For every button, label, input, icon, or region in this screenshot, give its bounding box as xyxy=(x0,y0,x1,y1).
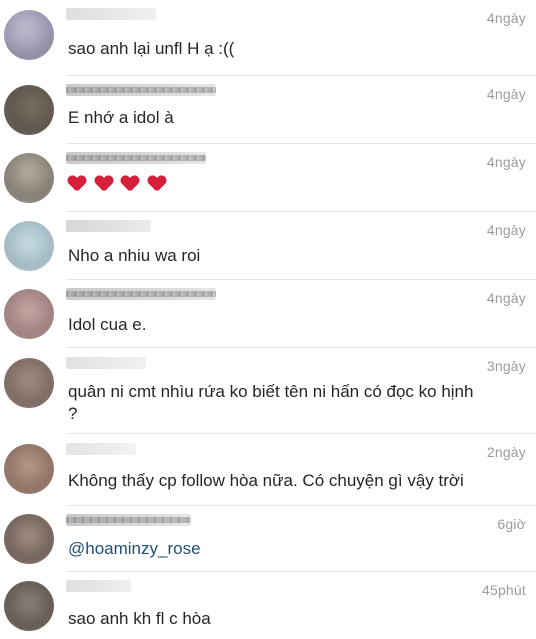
comment-text: Idol cua e. xyxy=(68,315,147,334)
comment-row: 4ngày Nho a nhiu wa roi xyxy=(0,212,536,280)
username-redacted[interactable] xyxy=(66,152,206,164)
avatar[interactable] xyxy=(4,358,54,408)
avatar[interactable] xyxy=(4,514,54,564)
mention-link[interactable]: @hoaminzy_rose xyxy=(68,538,201,560)
heart-icon xyxy=(121,176,139,192)
username-redacted[interactable] xyxy=(66,357,146,369)
username-redacted[interactable] xyxy=(66,288,216,300)
comment-text: quân ni cmt nhìu rứa ko biết tên ni hấn … xyxy=(68,382,474,401)
comment-row: 4ngày sao anh lại unfl H ạ :(( xyxy=(0,0,536,76)
comment-text: Không thấy cp follow hòa nữa. Có chuyện … xyxy=(68,471,464,490)
username-redacted[interactable] xyxy=(66,220,151,232)
comment-timestamp: 4ngày xyxy=(486,222,526,238)
comment-timestamp: 45phút xyxy=(481,582,526,598)
comment-timestamp: 4ngày xyxy=(486,290,526,306)
comment-text-continued: ? xyxy=(68,404,78,423)
heart-icon xyxy=(148,176,166,192)
comment-row: 4ngày E nhớ a idol à xyxy=(0,76,536,144)
comment-row: 3ngày quân ni cmt nhìu rứa ko biết tên n… xyxy=(0,348,536,434)
username-redacted[interactable] xyxy=(66,8,156,20)
comment-timestamp: 2ngày xyxy=(486,444,526,460)
username-redacted[interactable] xyxy=(66,443,136,455)
heart-icon xyxy=(95,176,113,192)
username-redacted[interactable] xyxy=(66,580,131,592)
comment-text: E nhớ a idol à xyxy=(68,108,174,127)
username-redacted[interactable] xyxy=(66,514,191,526)
comment-text: Nho a nhiu wa roi xyxy=(68,246,201,265)
avatar[interactable] xyxy=(4,10,54,60)
avatar[interactable] xyxy=(4,221,54,271)
comment-timestamp: 4ngày xyxy=(486,154,526,170)
comment-row: 4ngày Idol cua e. xyxy=(0,280,536,348)
username-redacted[interactable] xyxy=(66,84,216,96)
comment-timestamp: 6giờ xyxy=(497,516,526,532)
comment-row: 2ngày Không thấy cp follow hòa nữa. Có c… xyxy=(0,434,536,506)
comment-timestamp: 3ngày xyxy=(486,358,526,374)
comment-row: 6giờ @hoaminzy_rose xyxy=(0,506,536,572)
comment-hearts xyxy=(68,176,170,198)
comment-row: 4ngày xyxy=(0,144,536,212)
comment-text: sao anh lại unfl H ạ :(( xyxy=(68,39,235,58)
avatar[interactable] xyxy=(4,85,54,135)
heart-icon xyxy=(68,176,86,192)
comment-row: 45phút sao anh kh fl c hòa xyxy=(0,572,536,639)
avatar[interactable] xyxy=(4,444,54,494)
avatar[interactable] xyxy=(4,153,54,203)
comment-list: 4ngày sao anh lại unfl H ạ :(( 4ngày E n… xyxy=(0,0,536,639)
avatar[interactable] xyxy=(4,289,54,339)
comment-timestamp: 4ngày xyxy=(486,86,526,102)
comment-timestamp: 4ngày xyxy=(486,10,526,26)
avatar[interactable] xyxy=(4,581,54,631)
comment-text: sao anh kh fl c hòa xyxy=(68,609,211,628)
